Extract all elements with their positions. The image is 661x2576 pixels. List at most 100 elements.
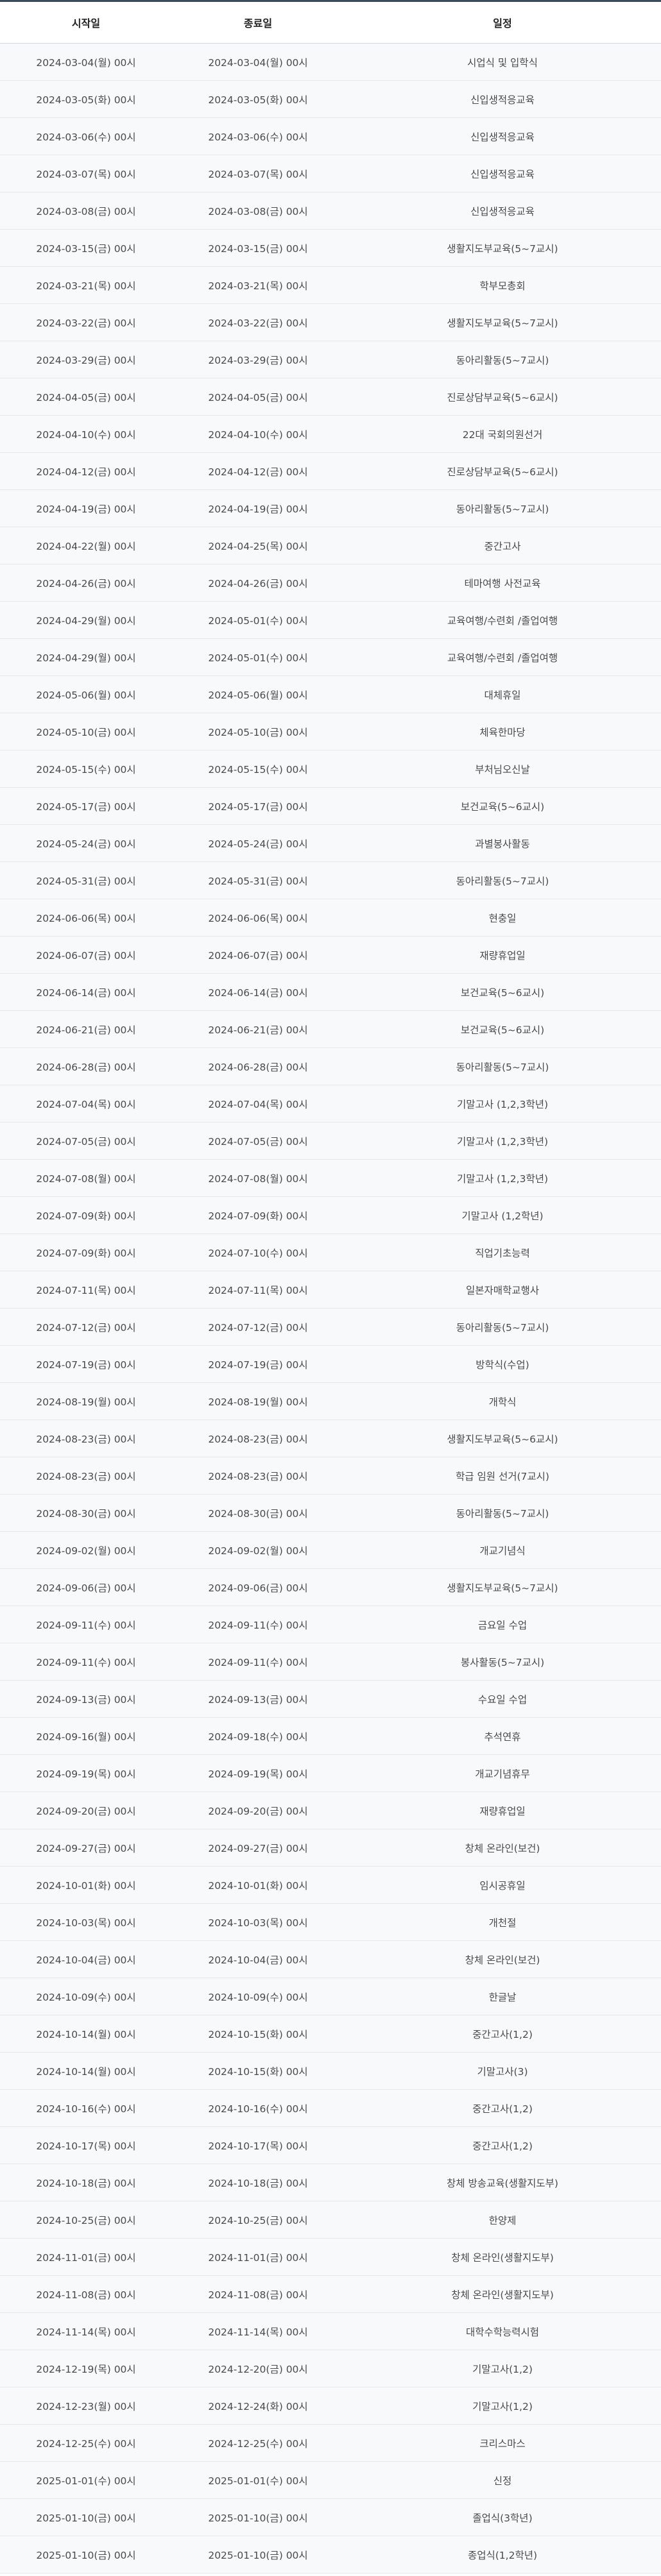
start-date-cell: 2024-04-26(금) 00시 xyxy=(0,564,172,602)
event-cell: 개교기념휴무 xyxy=(344,1754,661,1792)
table-row: 2024-11-14(목) 00시 2024-11-14(목) 00시 대학수학능력… xyxy=(0,2312,661,2350)
event-cell: 생활지도부교육(5~7교시) xyxy=(344,1568,661,1606)
table-row: 2024-09-06(금) 00시 2024-09-06(금) 00시 생활지도부교… xyxy=(0,1568,661,1606)
end-date-cell: 2024-03-21(목) 00시 xyxy=(172,266,344,304)
start-date-cell: 2024-10-14(월) 00시 xyxy=(0,2015,172,2053)
start-date-cell: 2024-05-24(금) 00시 xyxy=(0,824,172,862)
event-cell: 동아리활동(5~7교시) xyxy=(344,341,661,378)
start-date-cell: 2024-03-21(목) 00시 xyxy=(0,266,172,304)
event-cell: 중간고사 xyxy=(344,527,661,564)
start-date-cell: 2024-07-04(목) 00시 xyxy=(0,1085,172,1123)
table-row: 2024-09-02(월) 00시 2024-09-02(월) 00시 개교기념식 xyxy=(0,1531,661,1569)
event-cell: 기말고사 (1,2학년) xyxy=(344,1196,661,1234)
event-cell: 직업기초능력 xyxy=(344,1233,661,1271)
end-date-cell: 2024-05-06(월) 00시 xyxy=(172,675,344,713)
start-date-cell: 2024-09-19(목) 00시 xyxy=(0,1754,172,1792)
event-cell: 교육여행/수련회 /졸업여행 xyxy=(344,601,661,639)
end-date-cell: 2024-03-08(금) 00시 xyxy=(172,192,344,230)
end-date-cell: 2024-09-20(금) 00시 xyxy=(172,1792,344,1829)
schedule-body: 2024-03-04(월) 00시 2024-03-04(월) 00시 시업식 및 … xyxy=(0,43,661,2573)
start-date-cell: 2024-10-17(목) 00시 xyxy=(0,2126,172,2164)
end-date-cell: 2024-10-16(수) 00시 xyxy=(172,2089,344,2127)
end-date-cell: 2024-11-08(금) 00시 xyxy=(172,2275,344,2313)
event-cell: 현충일 xyxy=(344,899,661,936)
start-date-cell: 2024-03-29(금) 00시 xyxy=(0,341,172,378)
start-date-cell: 2024-10-04(금) 00시 xyxy=(0,1940,172,1978)
event-cell: 테마여행 사전교육 xyxy=(344,564,661,602)
event-cell: 기말고사 (1,2,3학년) xyxy=(344,1159,661,1197)
table-row: 2024-07-04(목) 00시 2024-07-04(목) 00시 기말고사 (… xyxy=(0,1085,661,1123)
start-date-cell: 2024-10-25(금) 00시 xyxy=(0,2201,172,2239)
table-row: 2024-07-09(화) 00시 2024-07-09(화) 00시 기말고사 (… xyxy=(0,1196,661,1234)
event-cell: 동아리활동(5~7교시) xyxy=(344,489,661,527)
table-row: 2024-07-12(금) 00시 2024-07-12(금) 00시 동아리활동(… xyxy=(0,1308,661,1346)
start-date-cell: 2024-11-14(목) 00시 xyxy=(0,2312,172,2350)
event-cell: 봉사활동(5~7교시) xyxy=(344,1643,661,1681)
start-date-cell: 2024-08-30(금) 00시 xyxy=(0,1494,172,1532)
end-date-cell: 2024-06-28(금) 00시 xyxy=(172,1047,344,1085)
end-date-cell: 2024-10-18(금) 00시 xyxy=(172,2164,344,2201)
end-date-cell: 2024-12-25(수) 00시 xyxy=(172,2424,344,2462)
event-cell: 진로상담부교육(5~6교시) xyxy=(344,378,661,416)
event-cell: 신입생적응교육 xyxy=(344,117,661,155)
start-date-cell: 2024-09-06(금) 00시 xyxy=(0,1568,172,1606)
table-row: 2024-06-06(목) 00시 2024-06-06(목) 00시 현충일 xyxy=(0,899,661,936)
event-cell: 중간고사(1,2) xyxy=(344,2126,661,2164)
table-row: 2024-04-05(금) 00시 2024-04-05(금) 00시 진로상담부교… xyxy=(0,378,661,416)
table-row: 2024-07-09(화) 00시 2024-07-10(수) 00시 직업기초능력 xyxy=(0,1233,661,1271)
end-date-cell: 2024-03-29(금) 00시 xyxy=(172,341,344,378)
start-date-cell: 2024-07-05(금) 00시 xyxy=(0,1122,172,1160)
table-row: 2024-09-11(수) 00시 2024-09-11(수) 00시 금요일 수업 xyxy=(0,1606,661,1643)
table-row: 2024-05-31(금) 00시 2024-05-31(금) 00시 동아리활동(… xyxy=(0,861,661,899)
table-row: 2024-10-17(목) 00시 2024-10-17(목) 00시 중간고사(1… xyxy=(0,2126,661,2164)
table-row: 2024-05-15(수) 00시 2024-05-15(수) 00시 부처님오신날 xyxy=(0,750,661,788)
event-cell: 한양제 xyxy=(344,2201,661,2239)
start-date-cell: 2024-04-12(금) 00시 xyxy=(0,452,172,490)
start-date-cell: 2024-04-29(월) 00시 xyxy=(0,638,172,676)
end-date-cell: 2024-10-03(목) 00시 xyxy=(172,1903,344,1941)
event-cell: 학급 임원 선거(7교시) xyxy=(344,1457,661,1495)
start-date-cell: 2024-04-10(수) 00시 xyxy=(0,415,172,453)
table-row: 2024-03-21(목) 00시 2024-03-21(목) 00시 학부모총회 xyxy=(0,266,661,304)
event-cell: 교육여행/수련회 /졸업여행 xyxy=(344,638,661,676)
end-date-cell: 2024-08-19(월) 00시 xyxy=(172,1382,344,1420)
start-date-cell: 2024-06-14(금) 00시 xyxy=(0,973,172,1011)
event-cell: 부처님오신날 xyxy=(344,750,661,788)
start-date-cell: 2024-03-15(금) 00시 xyxy=(0,229,172,267)
end-date-cell: 2024-05-10(금) 00시 xyxy=(172,713,344,750)
end-date-cell: 2024-10-09(수) 00시 xyxy=(172,1978,344,2015)
end-date-cell: 2024-09-27(금) 00시 xyxy=(172,1829,344,1867)
event-cell: 창체 방송교육(생활지도부) xyxy=(344,2164,661,2201)
table-row: 2024-10-14(월) 00시 2024-10-15(화) 00시 기말고사(3… xyxy=(0,2052,661,2090)
event-cell: 신정 xyxy=(344,2461,661,2499)
end-date-cell: 2024-07-11(목) 00시 xyxy=(172,1271,344,1309)
event-cell: 금요일 수업 xyxy=(344,1606,661,1643)
table-row: 2024-04-19(금) 00시 2024-04-19(금) 00시 동아리활동(… xyxy=(0,489,661,527)
end-date-cell: 2024-07-08(월) 00시 xyxy=(172,1159,344,1197)
table-row: 2024-10-18(금) 00시 2024-10-18(금) 00시 창체 방송교… xyxy=(0,2164,661,2201)
table-row: 2024-07-11(목) 00시 2024-07-11(목) 00시 일본자매학교… xyxy=(0,1271,661,1309)
event-cell: 신입생적응교육 xyxy=(344,80,661,118)
event-cell: 생활지도부교육(5~7교시) xyxy=(344,303,661,341)
end-date-cell: 2024-06-06(목) 00시 xyxy=(172,899,344,936)
table-row: 2024-12-25(수) 00시 2024-12-25(수) 00시 크리스마스 xyxy=(0,2424,661,2462)
event-cell: 수요일 수업 xyxy=(344,1680,661,1718)
end-date-cell: 2024-07-05(금) 00시 xyxy=(172,1122,344,1160)
end-date-cell: 2024-05-17(금) 00시 xyxy=(172,787,344,825)
end-date-cell: 2024-09-13(금) 00시 xyxy=(172,1680,344,1718)
end-date-cell: 2024-04-10(수) 00시 xyxy=(172,415,344,453)
end-date-cell: 2024-09-06(금) 00시 xyxy=(172,1568,344,1606)
table-row: 2024-10-25(금) 00시 2024-10-25(금) 00시 한양제 xyxy=(0,2201,661,2239)
event-cell: 보건교육(5~6교시) xyxy=(344,973,661,1011)
start-date-cell: 2024-03-06(수) 00시 xyxy=(0,117,172,155)
table-row: 2024-08-30(금) 00시 2024-08-30(금) 00시 동아리활동(… xyxy=(0,1494,661,1532)
table-row: 2024-04-26(금) 00시 2024-04-26(금) 00시 테마여행 사… xyxy=(0,564,661,602)
table-row: 2025-01-01(수) 00시 2025-01-01(수) 00시 신정 xyxy=(0,2461,661,2499)
table-row: 2024-09-27(금) 00시 2024-09-27(금) 00시 창체 온라인… xyxy=(0,1829,661,1867)
start-date-cell: 2024-09-27(금) 00시 xyxy=(0,1829,172,1867)
start-date-cell: 2024-05-06(월) 00시 xyxy=(0,675,172,713)
event-cell: 방학식(수업) xyxy=(344,1345,661,1383)
end-date-cell: 2024-05-15(수) 00시 xyxy=(172,750,344,788)
table-row: 2024-04-12(금) 00시 2024-04-12(금) 00시 진로상담부교… xyxy=(0,452,661,490)
table-row: 2024-04-10(수) 00시 2024-04-10(수) 00시 22대 국회… xyxy=(0,415,661,453)
